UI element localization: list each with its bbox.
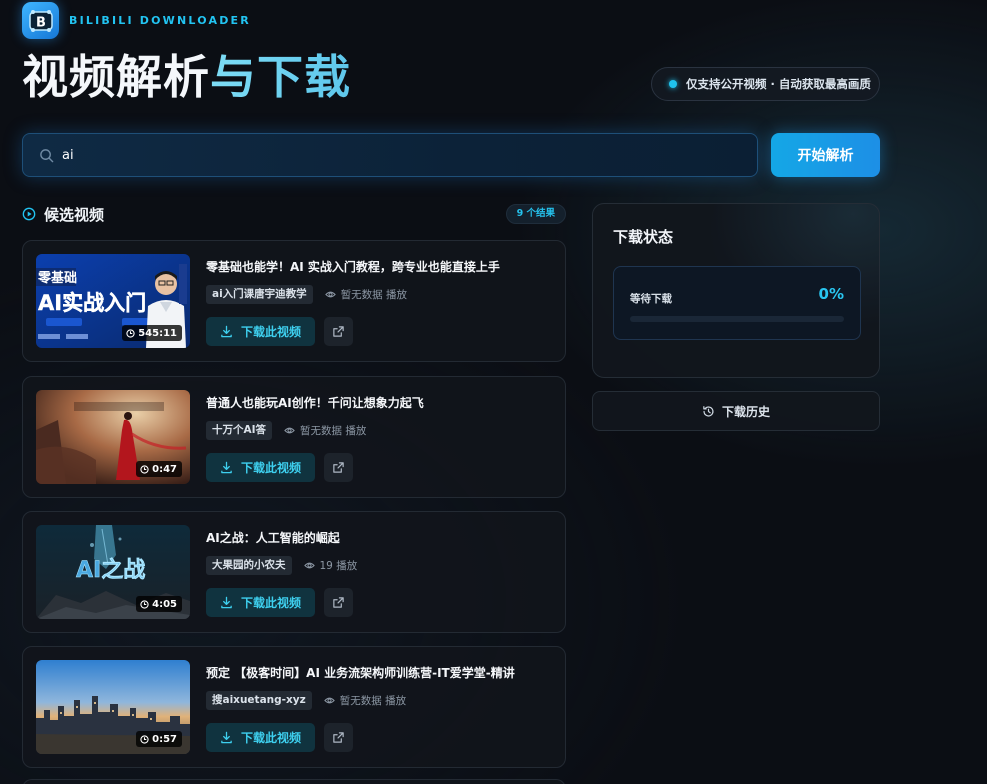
search-icon: [40, 148, 54, 162]
clock-icon: [140, 464, 149, 474]
search-input[interactable]: [62, 147, 702, 163]
download-video-label: 下载此视频: [240, 731, 301, 745]
download-status-panel: 下载状态 等待下载 0%: [592, 203, 880, 378]
video-card: 零基础 AI实战入门 545:11 零基础也能学！AI 实战入门教程，跨专业也能…: [22, 240, 566, 362]
video-meta: 搜aixuetang-xyz 暂无数据 播放: [206, 691, 406, 710]
video-title: AI之战：人工智能的崛起: [206, 531, 340, 545]
external-link-icon: [333, 732, 344, 743]
video-meta: 大果园的小农夫 19 播放: [206, 556, 357, 575]
external-link-icon: [333, 597, 344, 608]
download-video-label: 下载此视频: [240, 461, 301, 475]
play-count-text: 暂无数据 播放: [340, 289, 408, 301]
video-card: 0:57 预定 【极客时间】AI 业务流架构师训练营-IT爱学堂-精讲 搜aix…: [22, 646, 566, 768]
video-meta: 十万个AI答 暂无数据 播放: [206, 421, 366, 440]
progress-track: [630, 316, 844, 322]
video-title: 预定 【极客时间】AI 业务流架构师训练营-IT爱学堂-精讲: [206, 666, 515, 680]
download-video-label: 下载此视频: [240, 325, 301, 339]
download-icon: [221, 596, 232, 609]
download-video-button[interactable]: 下载此视频: [206, 453, 315, 482]
video-card: 0:47 普通人也能玩AI创作！千问让想象力起飞 十万个AI答 暂无数据 播放 …: [22, 376, 566, 498]
play-count: 暂无数据 播放: [284, 423, 366, 438]
page-title-accent: 与下载: [210, 50, 351, 104]
download-video-button[interactable]: 下载此视频: [206, 723, 315, 752]
duration-text: 4:05: [152, 598, 177, 610]
status-dot-icon: [669, 80, 677, 88]
video-thumbnail[interactable]: AI之战 4:05: [36, 525, 190, 619]
video-title: 零基础也能学！AI 实战入门教程，跨专业也能直接上手: [206, 260, 500, 274]
eye-icon: [284, 427, 295, 434]
video-thumbnail[interactable]: 0:57: [36, 660, 190, 754]
candidates-header: 候选视频 9 个结果: [22, 203, 566, 225]
svg-text:零基础: 零基础: [37, 270, 77, 286]
external-link-icon: [333, 462, 344, 473]
clock-icon: [126, 328, 135, 338]
brand-name: BILIBILI DOWNLOADER: [69, 14, 251, 27]
download-status-title: 下载状态: [613, 228, 674, 246]
download-icon: [221, 461, 232, 474]
video-thumbnail[interactable]: 0:47: [36, 390, 190, 484]
candidates-title: 候选视频: [44, 205, 105, 224]
svg-text:AI实战入门: AI实战入门: [38, 291, 146, 315]
video-meta: ai入门课唐宇迪教学 暂无数据 播放: [206, 285, 407, 304]
history-icon: [703, 405, 714, 417]
uploader-tag: ai入门课唐宇迪教学: [206, 285, 313, 304]
download-percent: 0%: [818, 285, 844, 303]
clock-icon: [140, 734, 149, 744]
open-external-button[interactable]: [324, 588, 353, 617]
play-count-text: 19 播放: [319, 560, 358, 572]
play-count-text: 暂无数据 播放: [339, 695, 407, 707]
app-logo: B: [22, 2, 59, 39]
play-circle-icon: [22, 207, 36, 221]
duration-badge: 4:05: [136, 596, 182, 612]
logo-letter: B: [36, 15, 46, 30]
uploader-tag: 大果园的小农夫: [206, 556, 292, 575]
support-notice-text: 仅支持公开视频 · 自动获取最高画质: [686, 77, 871, 91]
clock-icon: [140, 599, 149, 609]
download-history-button[interactable]: 下载历史: [592, 391, 880, 431]
video-card-partial: [22, 779, 566, 784]
download-video-label: 下载此视频: [240, 596, 301, 610]
thumbnail-caption: AI之战: [76, 557, 145, 583]
video-card: AI之战 4:05 AI之战：人工智能的崛起 大果园的小农夫 19 播放 下载此…: [22, 511, 566, 633]
play-count: 19 播放: [303, 558, 358, 573]
download-icon: [221, 731, 232, 744]
download-state-label: 等待下载: [630, 293, 672, 305]
duration-text: 545:11: [138, 327, 177, 339]
play-count: 暂无数据 播放: [324, 287, 408, 302]
open-external-button[interactable]: [324, 317, 353, 346]
eye-icon: [323, 697, 335, 704]
external-link-icon: [333, 326, 344, 337]
uploader-tag: 十万个AI答: [206, 421, 273, 440]
brand: B BILIBILI DOWNLOADER: [22, 2, 251, 39]
duration-badge: 0:57: [136, 731, 182, 747]
download-progress-card: 等待下载 0%: [613, 266, 861, 340]
duration-badge: 0:47: [136, 461, 182, 477]
download-history-label: 下载历史: [721, 404, 770, 419]
download-video-button[interactable]: 下载此视频: [206, 588, 315, 617]
open-external-button[interactable]: [324, 723, 353, 752]
eye-icon: [303, 562, 315, 569]
duration-text: 0:47: [152, 463, 177, 475]
start-parse-button[interactable]: 开始解析: [771, 133, 880, 177]
play-count-text: 暂无数据 播放: [300, 425, 367, 437]
download-icon: [221, 325, 232, 338]
page-title: 视频解析与下载: [22, 48, 351, 106]
video-title: 普通人也能玩AI创作！千问让想象力起飞: [206, 396, 424, 410]
video-thumbnail[interactable]: 零基础 AI实战入门 545:11: [36, 254, 190, 348]
search-bar[interactable]: [22, 133, 758, 177]
download-video-button[interactable]: 下载此视频: [206, 317, 315, 346]
duration-badge: 545:11: [122, 325, 182, 341]
play-count: 暂无数据 播放: [323, 693, 407, 708]
result-count-badge: 9 个结果: [505, 204, 566, 224]
uploader-tag: 搜aixuetang-xyz: [206, 691, 312, 710]
page-title-main: 视频解析: [22, 50, 210, 104]
open-external-button[interactable]: [324, 453, 353, 482]
tv-logo-icon: B: [28, 9, 53, 32]
duration-text: 0:57: [152, 733, 177, 745]
support-notice: 仅支持公开视频 · 自动获取最高画质: [651, 67, 880, 101]
eye-icon: [324, 291, 336, 298]
